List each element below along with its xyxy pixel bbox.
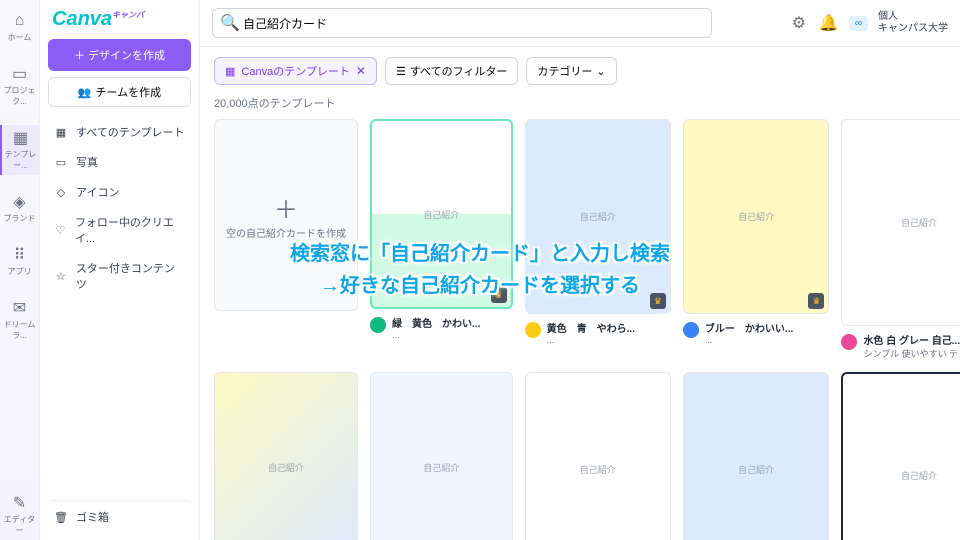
rail-home[interactable]: ⌂ホーム — [0, 8, 39, 47]
template-grid: ＋空の自己紹介カードを作成 自己紹介♛緑 黄色 かわい......自己紹介♛黄色… — [200, 119, 960, 540]
avatar — [370, 317, 386, 333]
avatar — [841, 334, 857, 350]
brand-icon: ◈ — [11, 193, 29, 211]
template-card[interactable]: 自己紹介水色 白 グレー 自己...シンプル 使いやすい テンプレ... — [841, 119, 960, 360]
card-meta: ブルー かわいい...... — [683, 320, 830, 345]
crown-icon: ♛ — [650, 293, 666, 309]
template-thumb[interactable]: 自己紹介♛ — [370, 119, 513, 309]
card-title: 緑 黄色 かわい... — [392, 315, 513, 330]
sidebar: Canvaキャンバ ＋ デザインを作成 👥チームを作成 ▦すべてのテンプレート … — [40, 0, 200, 540]
template-card[interactable]: 自己紹介♛グレー ダークブルー ...Canva Creative Studio… — [525, 372, 671, 540]
template-card[interactable]: 自己紹介♛ ブルー かわいい...... — [683, 119, 830, 360]
card-title: 水色 白 グレー 自己... — [863, 332, 960, 347]
filters-row: ▦ Canvaのテンプレート ✕ ☰すべてのフィルター カテゴリー⌄ — [200, 47, 960, 95]
logo: Canvaキャンバ — [48, 8, 191, 39]
template-card[interactable]: 自己紹介ップ カジュ...ークシート — [370, 372, 513, 540]
nav-following[interactable]: ♡フォロー中のクリエイ... — [48, 207, 191, 253]
template-card[interactable]: 自己紹介青 白 シンプル 自己...みなみ｜ビジネス向けのオー... — [683, 372, 830, 540]
crown-icon: ♛ — [808, 293, 824, 309]
image-icon: ▭ — [54, 155, 68, 169]
star-icon: ☆ — [54, 269, 68, 283]
heart-icon: ♡ — [54, 223, 67, 237]
card-subtitle: シンプル 使いやすい テンプレ... — [863, 347, 960, 360]
filter-icon: ☰ — [396, 65, 406, 78]
template-thumb[interactable]: 自己紹介 — [841, 119, 960, 326]
template-card[interactable]: 自己紹介♛ 黄色 青 やわら...... — [525, 119, 671, 360]
template-card[interactable]: 自己紹介♛ブルー イエロー...... — [214, 372, 358, 540]
bell-icon[interactable]: 🔔 — [819, 13, 839, 33]
nav-photos[interactable]: ▭写真 — [48, 147, 191, 177]
template-thumb[interactable]: 自己紹介 — [370, 372, 513, 540]
folder-icon: ▭ — [11, 65, 29, 83]
template-thumb[interactable]: 自己紹介♛ — [525, 372, 671, 540]
empty-card[interactable]: ＋空の自己紹介カードを作成 — [214, 119, 358, 360]
chat-icon: ✉ — [11, 299, 29, 317]
trash-icon: 🗑 — [54, 510, 68, 524]
search-icon: 🔍 — [220, 13, 240, 33]
apps-icon: ⠿ — [11, 246, 29, 264]
card-meta: 黄色 青 やわら...... — [525, 320, 671, 345]
rail-brand[interactable]: ◈ブランド — [0, 189, 39, 228]
search-input[interactable] — [212, 8, 712, 38]
close-icon[interactable]: ✕ — [356, 64, 366, 78]
icon-rail: ⌂ホーム ▭プロジェク... ▦テンプレー... ◈ブランド ⠿アプリ ✉ドリー… — [0, 0, 40, 540]
card-meta: 緑 黄色 かわい...... — [370, 315, 513, 340]
card-subtitle: ... — [547, 335, 671, 345]
all-filters-button[interactable]: ☰すべてのフィルター — [385, 57, 518, 85]
settings-icon[interactable]: ⚙ — [789, 13, 809, 33]
result-count: 20,000点のテンプレート — [200, 95, 960, 119]
rail-dream[interactable]: ✉ドリームラ... — [0, 295, 39, 345]
template-thumb[interactable]: 自己紹介♛ — [683, 119, 830, 314]
category-dropdown[interactable]: カテゴリー⌄ — [526, 57, 616, 85]
crown-icon: ♛ — [491, 287, 507, 303]
avatar — [683, 322, 699, 338]
template-thumb[interactable]: 自己紹介♛ — [214, 372, 358, 540]
grid-icon: ▦ — [54, 125, 68, 139]
nav-starred[interactable]: ☆スター付きコンテンツ — [48, 253, 191, 299]
template-card[interactable]: 自己紹介♛ 緑 黄色 かわい...... — [370, 119, 513, 360]
template-card[interactable]: 自己紹介黒白 シンプル 顔 シュー...⬇冬テンプレ増量中⬇あやか＠... — [841, 372, 960, 540]
nav-trash[interactable]: 🗑ゴミ箱 — [48, 500, 191, 532]
pro-badge[interactable]: ∞ — [849, 16, 868, 31]
account-menu[interactable]: 個人 キャンパス大学 — [878, 11, 948, 35]
template-thumb[interactable]: 自己紹介♛ — [525, 119, 671, 314]
shapes-icon: ◇ — [54, 185, 68, 199]
plus-icon: ＋ — [274, 190, 298, 225]
rail-projects[interactable]: ▭プロジェク... — [0, 61, 39, 111]
card-subtitle: ... — [392, 330, 513, 340]
card-title: ブルー かわいい... — [705, 320, 830, 335]
team-icon: 👥 — [78, 86, 92, 99]
create-design-button[interactable]: ＋ デザインを作成 — [48, 39, 191, 71]
topbar: 🔍 ⚙ 🔔 ∞ 個人 キャンパス大学 — [200, 0, 960, 47]
card-meta: 水色 白 グレー 自己...シンプル 使いやすい テンプレ... — [841, 332, 960, 360]
avatar — [525, 322, 541, 338]
nav-icons[interactable]: ◇アイコン — [48, 177, 191, 207]
chevron-down-icon: ⌄ — [596, 65, 605, 78]
filter-chip-canva[interactable]: ▦ Canvaのテンプレート ✕ — [214, 57, 377, 85]
template-icon: ▦ — [225, 65, 235, 78]
search-wrap: 🔍 — [212, 8, 712, 38]
nav-all-templates[interactable]: ▦すべてのテンプレート — [48, 117, 191, 147]
edit-icon: ✎ — [11, 494, 29, 512]
card-subtitle: ... — [705, 335, 830, 345]
card-title: 黄色 青 やわら... — [547, 320, 671, 335]
template-thumb[interactable]: 自己紹介 — [683, 372, 830, 540]
home-icon: ⌂ — [11, 12, 29, 30]
main: 🔍 ⚙ 🔔 ∞ 個人 キャンパス大学 ▦ Canvaのテンプレート ✕ ☰すべて… — [200, 0, 960, 540]
rail-editor[interactable]: ✎エディター — [0, 490, 39, 540]
template-thumb[interactable]: 自己紹介 — [841, 372, 960, 540]
create-team-button[interactable]: 👥チームを作成 — [48, 77, 191, 107]
rail-templates[interactable]: ▦テンプレー... — [0, 125, 39, 175]
rail-apps[interactable]: ⠿アプリ — [0, 242, 39, 281]
template-icon: ▦ — [12, 129, 30, 147]
